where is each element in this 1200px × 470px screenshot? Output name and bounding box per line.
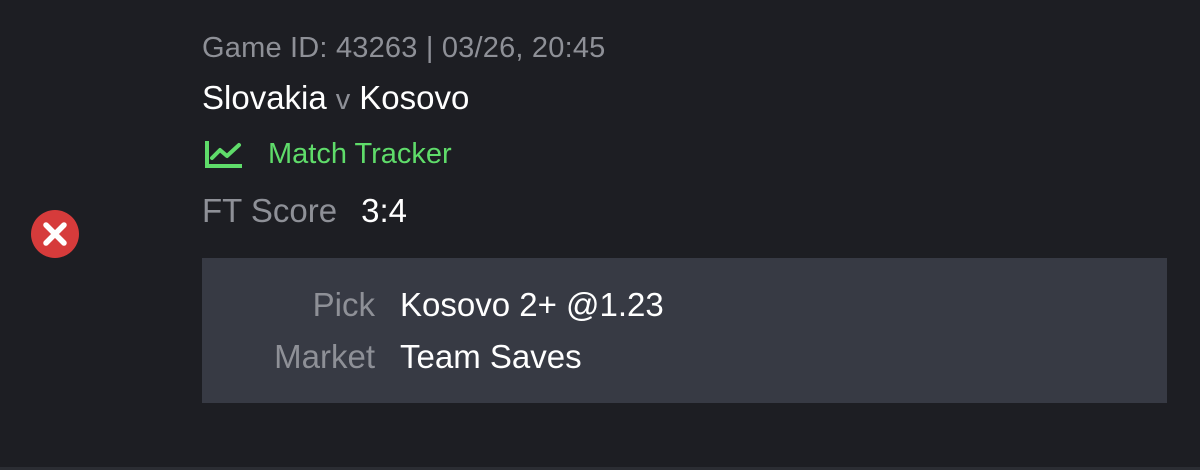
match-tracker-link[interactable]: Match Tracker bbox=[204, 134, 452, 174]
away-team: Kosovo bbox=[359, 79, 470, 116]
market-row: Market Team Saves bbox=[202, 332, 1167, 382]
home-team: Slovakia bbox=[202, 79, 327, 116]
match-tracker-label: Match Tracker bbox=[268, 137, 452, 170]
market-label: Market bbox=[274, 338, 375, 375]
versus-separator: v bbox=[335, 84, 351, 116]
score-value: 3:4 bbox=[361, 192, 407, 229]
score-label: FT Score bbox=[202, 192, 338, 229]
matchup: Slovakia v Kosovo bbox=[202, 78, 469, 120]
pick-value: Kosovo 2+ @1.23 bbox=[400, 286, 664, 323]
pick-details: Pick Kosovo 2+ @1.23 Market Team Saves bbox=[202, 258, 1167, 403]
pick-label: Pick bbox=[312, 286, 375, 323]
chart-line-icon bbox=[205, 141, 242, 168]
bet-card: Game ID: 43263 | 03/26, 20:45 Slovakia v K… bbox=[0, 0, 1200, 470]
game-meta: Game ID: 43263 | 03/26, 20:45 bbox=[202, 32, 606, 64]
score-row: FT Score 3:4 bbox=[202, 190, 407, 232]
lost-x-icon bbox=[30, 209, 80, 259]
pick-row: Pick Kosovo 2+ @1.23 bbox=[202, 280, 1167, 330]
market-value: Team Saves bbox=[400, 338, 582, 375]
